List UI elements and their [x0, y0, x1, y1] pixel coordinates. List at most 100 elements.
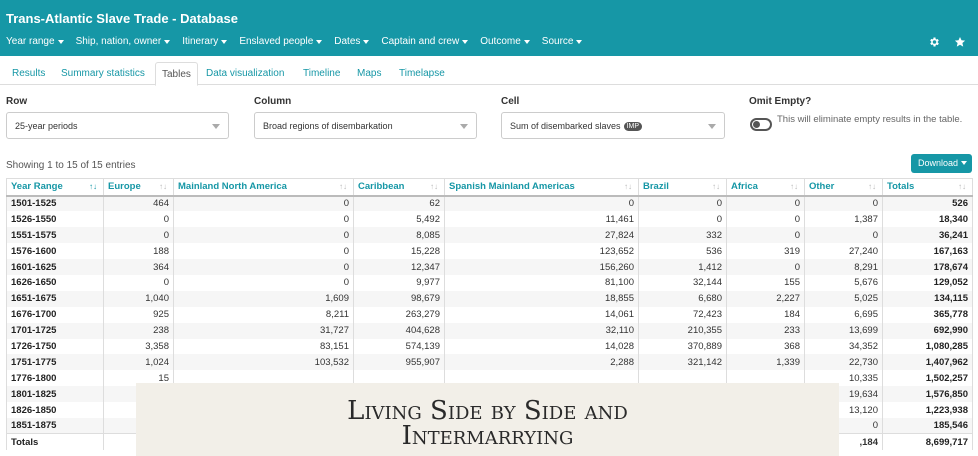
gear-icon[interactable]	[928, 36, 940, 48]
caret-down-icon	[57, 39, 64, 44]
caret-down-icon	[363, 39, 370, 44]
sort-icon: ↑↓	[624, 182, 632, 191]
table-cell: 14,061	[444, 306, 639, 323]
tab-summary-statistics[interactable]: Summary statistics	[55, 62, 151, 85]
column-header[interactable]: Europe ↑↓	[103, 178, 174, 197]
menu-label: Itinerary	[182, 36, 219, 47]
table-cell: 9,977	[353, 274, 445, 291]
table-cell: 12,347	[353, 259, 445, 275]
column-header[interactable]: Year Range ↑↓	[6, 178, 104, 197]
chevron-down-icon	[212, 124, 220, 129]
table-cell: 0	[173, 274, 354, 291]
menu-label: Year range	[6, 36, 55, 47]
sort-icon: ↑↓	[159, 182, 167, 191]
table-cell: 83,151	[173, 338, 354, 355]
table-cell: 368	[726, 338, 805, 355]
caret-down-icon	[316, 39, 323, 44]
menu-dates[interactable]: Dates	[334, 36, 370, 47]
tab-results[interactable]: Results	[6, 62, 51, 85]
download-label: Download	[918, 158, 959, 168]
app-title[interactable]: Trans-Atlantic Slave Trade - Database	[6, 11, 238, 26]
download-button[interactable]: Download	[911, 154, 972, 173]
tab-maps[interactable]: Maps	[351, 62, 387, 85]
caret-down-icon	[164, 39, 171, 44]
table-cell: 0	[726, 211, 805, 228]
table-cell: 167,163	[882, 243, 973, 260]
table-cell: 0	[638, 195, 727, 212]
column-header-label: Totals	[887, 181, 915, 193]
omit-empty-label: Omit Empty?	[749, 96, 812, 107]
tab-timelapse[interactable]: Timelapse	[393, 62, 451, 85]
table-row: 1601-1625 364 0 12,347 156,260 1,412 0 8,291 178…	[6, 259, 973, 275]
result-tabs: Results Summary statistics Tables Data v…	[0, 62, 978, 86]
table-cell: 238	[103, 322, 174, 339]
table-cell: 1,407,962	[882, 354, 973, 371]
table-cell: 184	[726, 306, 805, 323]
table-cell: 332	[638, 227, 727, 244]
table-cell: 955,907	[353, 354, 445, 371]
table-cell: 526	[882, 195, 973, 212]
table-cell: 1701-1725	[6, 322, 104, 339]
menu-captain-and-crew[interactable]: Captain and crew	[381, 36, 469, 47]
menu-outcome[interactable]: Outcome	[480, 36, 530, 47]
menu-itinerary[interactable]: Itinerary	[182, 36, 228, 47]
column-header-label: Year Range	[11, 181, 63, 193]
table-cell: 1651-1675	[6, 290, 104, 307]
table-cell: 18,340	[882, 211, 973, 228]
table-cell: 1,080,285	[882, 338, 973, 355]
table-cell: 11,461	[444, 211, 639, 228]
column-header[interactable]: Africa ↑↓	[726, 178, 805, 197]
table-cell: 233	[726, 322, 805, 339]
column-header[interactable]: Spanish Mainland Americas ↑↓	[444, 178, 639, 197]
sort-icon: ↑↓	[430, 182, 438, 191]
table-cell: 263,279	[353, 306, 445, 323]
menu-enslaved-people[interactable]: Enslaved people	[239, 36, 323, 47]
column-header-label: Spanish Mainland Americas	[449, 181, 575, 193]
table-cell: 1726-1750	[6, 338, 104, 355]
top-navbar: Trans-Atlantic Slave Trade - Database Ye…	[0, 0, 978, 56]
omit-empty-note: This will eliminate empty results in the…	[777, 114, 963, 125]
table-cell: 404,628	[353, 322, 445, 339]
omit-empty-toggle[interactable]	[750, 118, 772, 131]
column-header[interactable]: Other ↑↓	[804, 178, 883, 197]
table-cell: 34,352	[804, 338, 883, 355]
table-cell: 27,240	[804, 243, 883, 260]
table-cell: 692,990	[882, 322, 973, 339]
table-cell: 5,492	[353, 211, 445, 228]
table-cell: 72,423	[638, 306, 727, 323]
imp-badge: IMP	[623, 122, 643, 131]
table-cell: 464	[103, 195, 174, 212]
tab-data-visualization[interactable]: Data visualization	[200, 62, 290, 85]
column-select[interactable]: Broad regions of disembarkation	[254, 112, 477, 139]
table-cell: 62	[353, 195, 445, 212]
table-cell: 364	[103, 259, 174, 275]
caret-down-icon	[961, 161, 968, 165]
menu-ship-nation-owner[interactable]: Ship, nation, owner	[76, 36, 171, 47]
column-header[interactable]: Totals ↑↓	[882, 178, 973, 197]
row-label: Row	[6, 96, 28, 107]
row-select[interactable]: 25-year periods	[6, 112, 229, 139]
cell-select[interactable]: Sum of disembarked slaves IMP	[501, 112, 725, 139]
menu-source[interactable]: Source	[542, 36, 583, 47]
table-cell: 1,412	[638, 259, 727, 275]
table-cell: 0	[173, 243, 354, 260]
table-cell: 178,674	[882, 259, 973, 275]
table-cell: 0	[726, 259, 805, 275]
column-header[interactable]: Mainland North America ↑↓	[173, 178, 354, 197]
sort-icon: ↑↓	[790, 182, 798, 191]
star-icon[interactable]	[954, 36, 966, 48]
tab-tables[interactable]: Tables	[155, 62, 198, 86]
table-cell: 1,609	[173, 290, 354, 307]
menu-year-range[interactable]: Year range	[6, 36, 64, 47]
tab-timeline[interactable]: Timeline	[297, 62, 346, 85]
menu-label: Captain and crew	[381, 36, 460, 47]
menu-label: Outcome	[480, 36, 521, 47]
column-header[interactable]: Caribbean ↑↓	[353, 178, 445, 197]
table-cell: 6,680	[638, 290, 727, 307]
table-cell: 1,040	[103, 290, 174, 307]
table-cell: 8,085	[353, 227, 445, 244]
cell-label: Cell	[501, 96, 520, 107]
table-cell: 129,052	[882, 274, 973, 291]
column-header[interactable]: Brazil ↑↓	[638, 178, 727, 197]
column-header-label: Brazil	[643, 181, 669, 193]
